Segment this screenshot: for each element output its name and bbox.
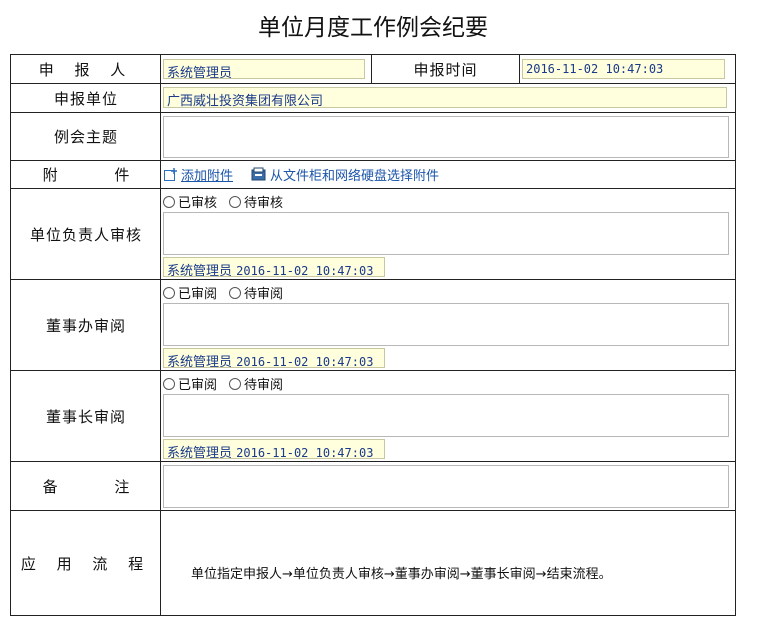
add-attachment-label: 添加附件 [181,169,234,184]
board-office-signature: 系统管理员 2016-11-02 10:47:03 [163,348,385,368]
workflow-text: 单位指定申报人→单位负责人审核→董事办审阅→董事长审阅→结束流程。 [191,567,612,582]
select-attachment-link[interactable]: 从文件柜和网络硬盘选择附件 [251,165,439,184]
unit-head-review-options: 已审核 待审核 [163,192,283,211]
unit-head-signature: 系统管理员 2016-11-02 10:47:03 [163,257,385,277]
attachment-label: 附 件 [42,166,156,184]
add-attachment-icon [164,168,177,181]
workflow-label: 应 用 流 程 [20,555,152,573]
radio-reviewed[interactable] [163,377,175,390]
report-time-field[interactable]: 2016-11-02 10:47:03 [522,59,725,79]
unit-head-review-comment[interactable] [163,212,729,255]
select-attachment-label: 从文件柜和网络硬盘选择附件 [270,169,440,184]
add-attachment-link[interactable]: 添加附件 [163,165,233,184]
report-unit-label: 申报单位 [53,89,118,108]
page-title: 单位月度工作例会纪要 [258,15,488,41]
form-table: 申 报 人 系统管理员 申报时间 2016-11-02 10:47:03 申报单… [10,54,736,616]
radio-pending-label: 待审核 [244,196,284,211]
sign-time: 2016-11-02 10:47:03 [236,446,374,459]
signer-name: 系统管理员 [167,446,233,459]
signer-name: 系统管理员 [167,355,233,368]
file-cabinet-icon [251,167,266,181]
column-divider [519,55,520,83]
radio-pending-review-label: 待审阅 [244,378,284,393]
radio-reviewed-label: 已审阅 [178,287,218,302]
unit-head-review-label: 单位负责人审核 [29,225,142,244]
reporter-field[interactable]: 系统管理员 [163,59,365,79]
radio-reviewed[interactable] [163,286,175,299]
report-unit-field[interactable]: 广西威壮投资集团有限公司 [163,87,727,108]
reporter-label: 申 报 人 [38,60,134,79]
radio-reviewed-label: 已审阅 [178,378,218,393]
chairman-signature: 系统管理员 2016-11-02 10:47:03 [163,439,385,459]
remarks-input[interactable] [163,465,729,508]
board-office-review-options: 已审阅 待审阅 [163,283,283,302]
radio-pending-review[interactable] [229,286,242,299]
radio-approved[interactable] [163,195,175,208]
report-time-label: 申报时间 [413,60,478,79]
radio-pending-review-label: 待审阅 [244,287,284,302]
remarks-label: 备 注 [42,477,156,496]
meeting-topic-input[interactable] [163,116,729,158]
board-office-review-comment[interactable] [163,303,729,346]
chairman-review-label: 董事长审阅 [45,407,126,426]
radio-pending[interactable] [229,195,242,208]
chairman-review-options: 已审阅 待审阅 [163,374,283,393]
sign-time: 2016-11-02 10:47:03 [236,264,374,277]
radio-approved-label: 已审核 [178,196,218,211]
chairman-review-comment[interactable] [163,394,729,437]
meeting-topic-label: 例会主题 [53,128,118,146]
signer-name: 系统管理员 [167,264,233,277]
sign-time: 2016-11-02 10:47:03 [236,355,374,368]
board-office-review-label: 董事办审阅 [45,316,126,335]
radio-pending-review[interactable] [229,377,242,390]
